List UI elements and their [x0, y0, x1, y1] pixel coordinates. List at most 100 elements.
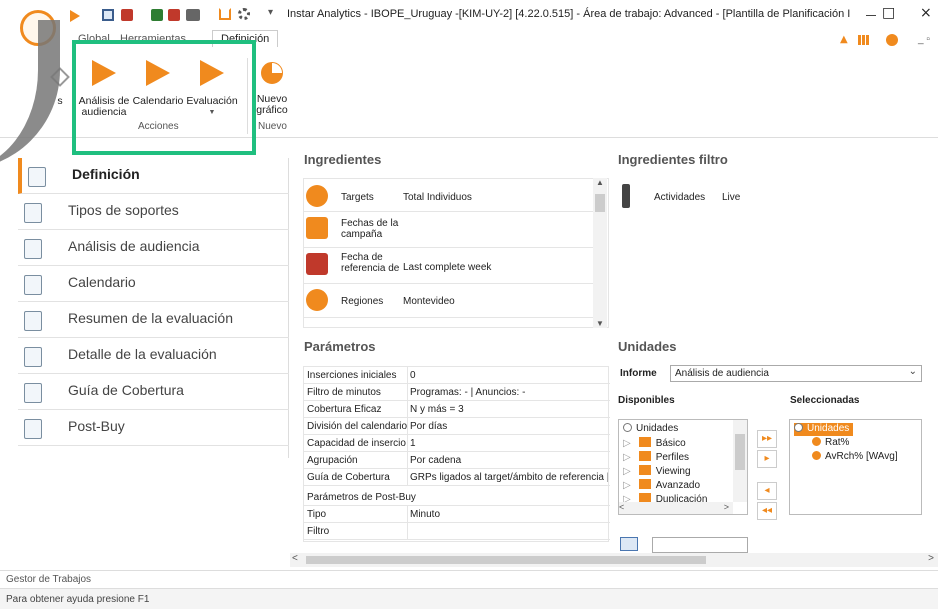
selected-item-avrch[interactable]: AvRch% [WAvg]: [812, 451, 898, 464]
nav-item-resumen-evaluacion[interactable]: Resumen de la evaluación: [18, 302, 289, 338]
window-title: Instar Analytics - IBOPE_Uruguay -[KIM-U…: [287, 8, 851, 20]
scroll-thumb[interactable]: [735, 434, 745, 470]
nav-item-post-buy[interactable]: Post-Buy: [18, 410, 289, 446]
param-row[interactable]: División del calendario Por días: [304, 418, 610, 435]
filter-row-actividades[interactable]: Actividades Live: [618, 180, 918, 212]
scroll-right-icon[interactable]: >: [928, 553, 934, 564]
radio-icon: [794, 423, 803, 432]
ingredient-name: Targets: [341, 192, 374, 203]
param-key: Cobertura Eficaz: [307, 404, 382, 415]
tree-item-viewing[interactable]: ▷ Viewing: [623, 465, 691, 478]
ingredient-row-fecha-referencia[interactable]: Fecha de referencia de Last complete wee…: [303, 248, 593, 284]
run-icon[interactable]: [70, 10, 80, 22]
tree-item-basico[interactable]: ▷ Básico: [623, 437, 686, 450]
save-icon[interactable]: [102, 9, 114, 21]
param-row[interactable]: Parámetros de Post-Buy: [304, 489, 610, 506]
ingredient-row-regiones[interactable]: Regiones Montevideo: [303, 284, 593, 318]
pie-chart-icon: [261, 62, 283, 84]
scroll-thumb[interactable]: [306, 556, 706, 564]
nav-item-detalle-evaluacion[interactable]: Detalle de la evaluación: [18, 338, 289, 374]
main-hscrollbar[interactable]: < >: [290, 553, 938, 567]
tree-label: Unidades: [636, 423, 679, 434]
globe-icon: [306, 289, 328, 311]
export-icon[interactable]: [121, 9, 133, 21]
ingredient-value: Total Individuos: [403, 192, 472, 203]
informe-select[interactable]: Análisis de audiencia ⌄: [670, 365, 922, 382]
home-icon[interactable]: [219, 8, 231, 20]
tree-root-unidades[interactable]: Unidades: [623, 423, 678, 436]
param-value: GRPs ligados al target/ámbito de referen…: [410, 472, 608, 483]
param-key: Agrupación: [307, 455, 358, 466]
param-row[interactable]: Filtro de minutos Programas: - | Anuncios…: [304, 384, 610, 401]
document-icon: [24, 311, 42, 331]
nav-item-calendario[interactable]: Calendario: [18, 266, 289, 302]
calendar-icon: [306, 217, 328, 239]
parametros-table: Inserciones iniciales 0 Filtro de minutos…: [303, 366, 610, 542]
print-icon[interactable]: [186, 9, 200, 21]
filter-value: Live: [722, 192, 741, 203]
import-icon[interactable]: [151, 9, 163, 21]
informe-select-value: Análisis de audiencia: [675, 368, 769, 379]
maximize-button[interactable]: □: [882, 5, 895, 21]
pencil-icon: [28, 167, 46, 187]
tree-label: Viewing: [655, 466, 691, 477]
tree-item-avanzado[interactable]: ▷ Avanzado: [623, 479, 700, 492]
tree-label: Perfiles: [655, 452, 690, 463]
ingredientes-scrollbar[interactable]: ▲ ▼: [593, 178, 607, 328]
seleccionadas-tree: Unidades Rat% AvRch% [WAvg]: [789, 419, 922, 515]
collapse-ribbon-icon[interactable]: ▲: [840, 34, 848, 45]
export2-icon[interactable]: [168, 9, 180, 21]
add-button[interactable]: ▸: [757, 450, 777, 468]
param-row[interactable]: Cobertura Eficaz N y más = 3: [304, 401, 610, 418]
list-icon: [24, 203, 42, 223]
remote-icon: [622, 184, 630, 208]
param-row[interactable]: Tipo Minuto: [304, 506, 610, 523]
nav-item-definicion[interactable]: Definición: [18, 158, 289, 194]
ingredient-row-targets[interactable]: Targets Total Individuos: [303, 180, 593, 212]
param-row[interactable]: Filtro: [304, 523, 610, 540]
user-icon[interactable]: [886, 34, 898, 46]
scroll-thumb[interactable]: [595, 194, 605, 212]
tree-label: Básico: [655, 438, 686, 449]
gestor-label: Gestor de Trabajos: [6, 574, 92, 585]
close-button[interactable]: ×: [920, 5, 932, 21]
expand-icon: ▷: [623, 466, 631, 477]
scroll-up-icon[interactable]: ▲: [593, 178, 607, 187]
scroll-down-icon[interactable]: ▼: [593, 319, 607, 328]
param-row[interactable]: Inserciones iniciales 0: [304, 367, 610, 384]
param-key: Tipo: [307, 509, 327, 520]
nav-item-tipos-soportes[interactable]: Tipos de soportes: [18, 194, 289, 230]
tree-item-perfiles[interactable]: ▷ Perfiles: [623, 451, 689, 464]
nav-item-guia-cobertura[interactable]: Guía de Cobertura: [18, 374, 289, 410]
param-row[interactable]: Agrupación Por cadena: [304, 452, 610, 469]
remove-button[interactable]: ◂: [757, 482, 777, 500]
settings-icon[interactable]: [238, 8, 250, 20]
selected-item-rat[interactable]: Rat%: [812, 437, 849, 450]
selected-root-unidades[interactable]: Unidades: [794, 423, 854, 436]
gestor-bar[interactable]: Gestor de Trabajos: [0, 570, 938, 588]
ribbon-options-icon[interactable]: [866, 6, 876, 16]
tree-scrollbar[interactable]: [733, 420, 747, 502]
seleccionadas-label: Seleccionadas: [790, 395, 860, 406]
nuevo-grafico-button[interactable]: Nuevo gráfico: [254, 60, 290, 116]
grid-icon[interactable]: [858, 35, 870, 45]
customize-icon[interactable]: ▾: [268, 7, 273, 18]
param-row[interactable]: Capacidad de insercio 1: [304, 435, 610, 452]
add-all-button[interactable]: ▸▸: [757, 430, 777, 448]
unit-input[interactable]: [652, 537, 748, 553]
param-row[interactable]: Guía de Cobertura GRPs ligados al target/…: [304, 469, 610, 486]
param-value: 1: [410, 438, 416, 449]
informe-label: Informe: [620, 368, 657, 379]
expand-icon: ▷: [623, 438, 631, 449]
disponibles-label: Disponibles: [618, 395, 675, 406]
small-icon-button[interactable]: [620, 537, 638, 551]
remove-all-button[interactable]: ◂◂: [757, 502, 777, 520]
folder-icon: [638, 465, 651, 475]
minimize-icon[interactable]: _ ▫: [918, 34, 930, 45]
scroll-left-icon[interactable]: <: [292, 553, 298, 564]
ingredient-row-fechas-campana[interactable]: Fechas de la campaña: [303, 212, 593, 248]
tree-label: AvRch% [WAvg]: [825, 451, 898, 462]
calendar-icon: [24, 275, 42, 295]
tree-hscrollbar[interactable]: < >: [619, 502, 733, 514]
nav-item-analisis-audiencia[interactable]: Análisis de audiencia: [18, 230, 289, 266]
